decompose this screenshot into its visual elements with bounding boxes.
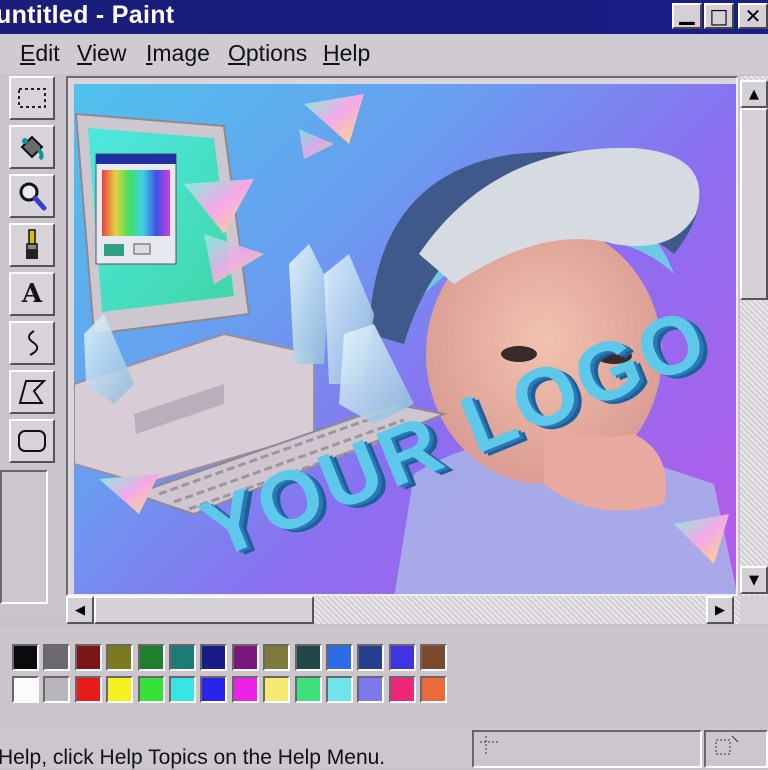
paint-bucket-icon	[20, 135, 44, 161]
title-bar: untitled - Paint ▁ □ ✕	[0, 0, 768, 34]
color-swatch[interactable]	[389, 644, 416, 671]
color-swatch[interactable]	[12, 676, 39, 703]
color-swatch[interactable]	[326, 676, 353, 703]
text-a-icon: A	[21, 279, 43, 309]
vertical-scrollbar[interactable]: ▲ ▼	[740, 76, 768, 596]
color-swatch[interactable]	[106, 676, 133, 703]
arrow-left-icon: ◀	[75, 602, 85, 618]
color-swatch[interactable]	[138, 676, 165, 703]
color-swatch[interactable]	[263, 676, 290, 703]
color-swatch[interactable]	[169, 676, 196, 703]
curve-icon	[28, 330, 39, 356]
crystal	[289, 244, 329, 364]
arrow-up-icon: ▲	[749, 86, 759, 102]
color-spectrum	[102, 170, 170, 236]
menu-help[interactable]: Help	[323, 40, 370, 67]
dialog-button	[133, 243, 151, 255]
color-swatch[interactable]	[43, 676, 70, 703]
maximize-button[interactable]: □	[704, 3, 734, 29]
polygon-icon	[18, 380, 47, 404]
color-swatch[interactable]	[200, 676, 227, 703]
color-swatch[interactable]	[357, 676, 384, 703]
color-swatch[interactable]	[75, 644, 102, 671]
arrow-down-icon: ▼	[749, 572, 759, 588]
color-palette	[0, 628, 768, 724]
color-swatch[interactable]	[12, 644, 39, 671]
color-swatch[interactable]	[420, 644, 447, 671]
ellipse-tool[interactable]	[9, 419, 55, 463]
color-preview	[104, 244, 124, 256]
color-swatch[interactable]	[357, 644, 384, 671]
select-tool[interactable]	[9, 76, 55, 120]
canvas-frame: YOUR LOGO	[66, 76, 738, 596]
rounded-rectangle-icon	[18, 430, 46, 452]
scroll-up-button[interactable]: ▲	[740, 80, 768, 108]
color-swatch[interactable]	[106, 644, 133, 671]
color-swatch[interactable]	[420, 676, 447, 703]
brush-icon	[26, 229, 38, 259]
status-bar: Help, click Help Topics on the Help Menu…	[0, 726, 768, 769]
curve-tool[interactable]	[9, 321, 55, 365]
arrow-right-icon: ▶	[715, 602, 725, 618]
crosshair-icon	[480, 736, 498, 754]
menu-help-accel: H	[323, 40, 340, 66]
menu-image-label: mage	[152, 40, 210, 66]
horizontal-scrollbar[interactable]: ◀ ▶	[66, 596, 740, 624]
holo-shape	[299, 129, 334, 159]
color-swatch[interactable]	[295, 676, 322, 703]
menu-options[interactable]: Options	[228, 40, 307, 67]
color-swatch[interactable]	[326, 644, 353, 671]
color-swatch[interactable]	[169, 644, 196, 671]
minimize-button[interactable]: ▁	[672, 3, 702, 29]
status-text: Help, click Help Topics on the Help Menu…	[0, 746, 386, 769]
selection-size-icon	[715, 735, 739, 755]
window-title: untitled - Paint	[0, 1, 175, 29]
menu-image[interactable]: Image	[146, 40, 210, 67]
color-swatch[interactable]	[232, 676, 259, 703]
color-dialog-titlebar	[96, 154, 176, 164]
menu-view-accel: V	[77, 40, 92, 66]
vertical-scroll-thumb[interactable]	[740, 108, 768, 300]
horizontal-scroll-thumb[interactable]	[94, 596, 314, 624]
color-swatch[interactable]	[75, 676, 102, 703]
menu-options-accel: O	[228, 40, 246, 66]
polygon-tool[interactable]	[9, 370, 55, 414]
color-swatch[interactable]	[43, 644, 70, 671]
menu-help-label: elp	[339, 40, 371, 66]
brush-tool[interactable]	[9, 223, 55, 267]
close-button[interactable]: ✕	[738, 3, 768, 29]
cursor-position-cell	[472, 730, 702, 768]
drawing-canvas[interactable]: YOUR LOGO	[74, 84, 736, 594]
menu-view-label: iew	[91, 40, 127, 66]
scroll-corner	[740, 596, 768, 624]
scroll-right-button[interactable]: ▶	[706, 596, 734, 624]
color-swatch[interactable]	[200, 644, 227, 671]
menu-edit[interactable]: Edit	[20, 40, 60, 67]
fill-tool[interactable]	[9, 125, 55, 169]
color-swatch[interactable]	[263, 644, 290, 671]
color-swatch[interactable]	[389, 676, 416, 703]
menu-options-label: ptions	[245, 40, 308, 66]
close-icon: ✕	[744, 4, 762, 28]
selection-size-cell	[704, 730, 768, 768]
magnifier-icon	[19, 182, 47, 211]
minimize-icon: ▁	[679, 1, 695, 25]
magnifier-tool[interactable]	[9, 174, 55, 218]
menu-edit-label: dit	[35, 40, 60, 66]
color-swatch[interactable]	[232, 644, 259, 671]
dashed-rectangle-icon	[18, 88, 46, 108]
scroll-down-button[interactable]: ▼	[740, 566, 768, 594]
color-swatch[interactable]	[295, 644, 322, 671]
color-swatch[interactable]	[138, 644, 165, 671]
tool-options-box[interactable]	[0, 470, 48, 604]
scroll-left-button[interactable]: ◀	[66, 596, 94, 624]
text-tool[interactable]: A	[9, 272, 55, 316]
menu-view[interactable]: View	[77, 40, 126, 67]
menu-edit-accel: E	[20, 40, 36, 66]
maximize-icon: □	[709, 4, 729, 28]
